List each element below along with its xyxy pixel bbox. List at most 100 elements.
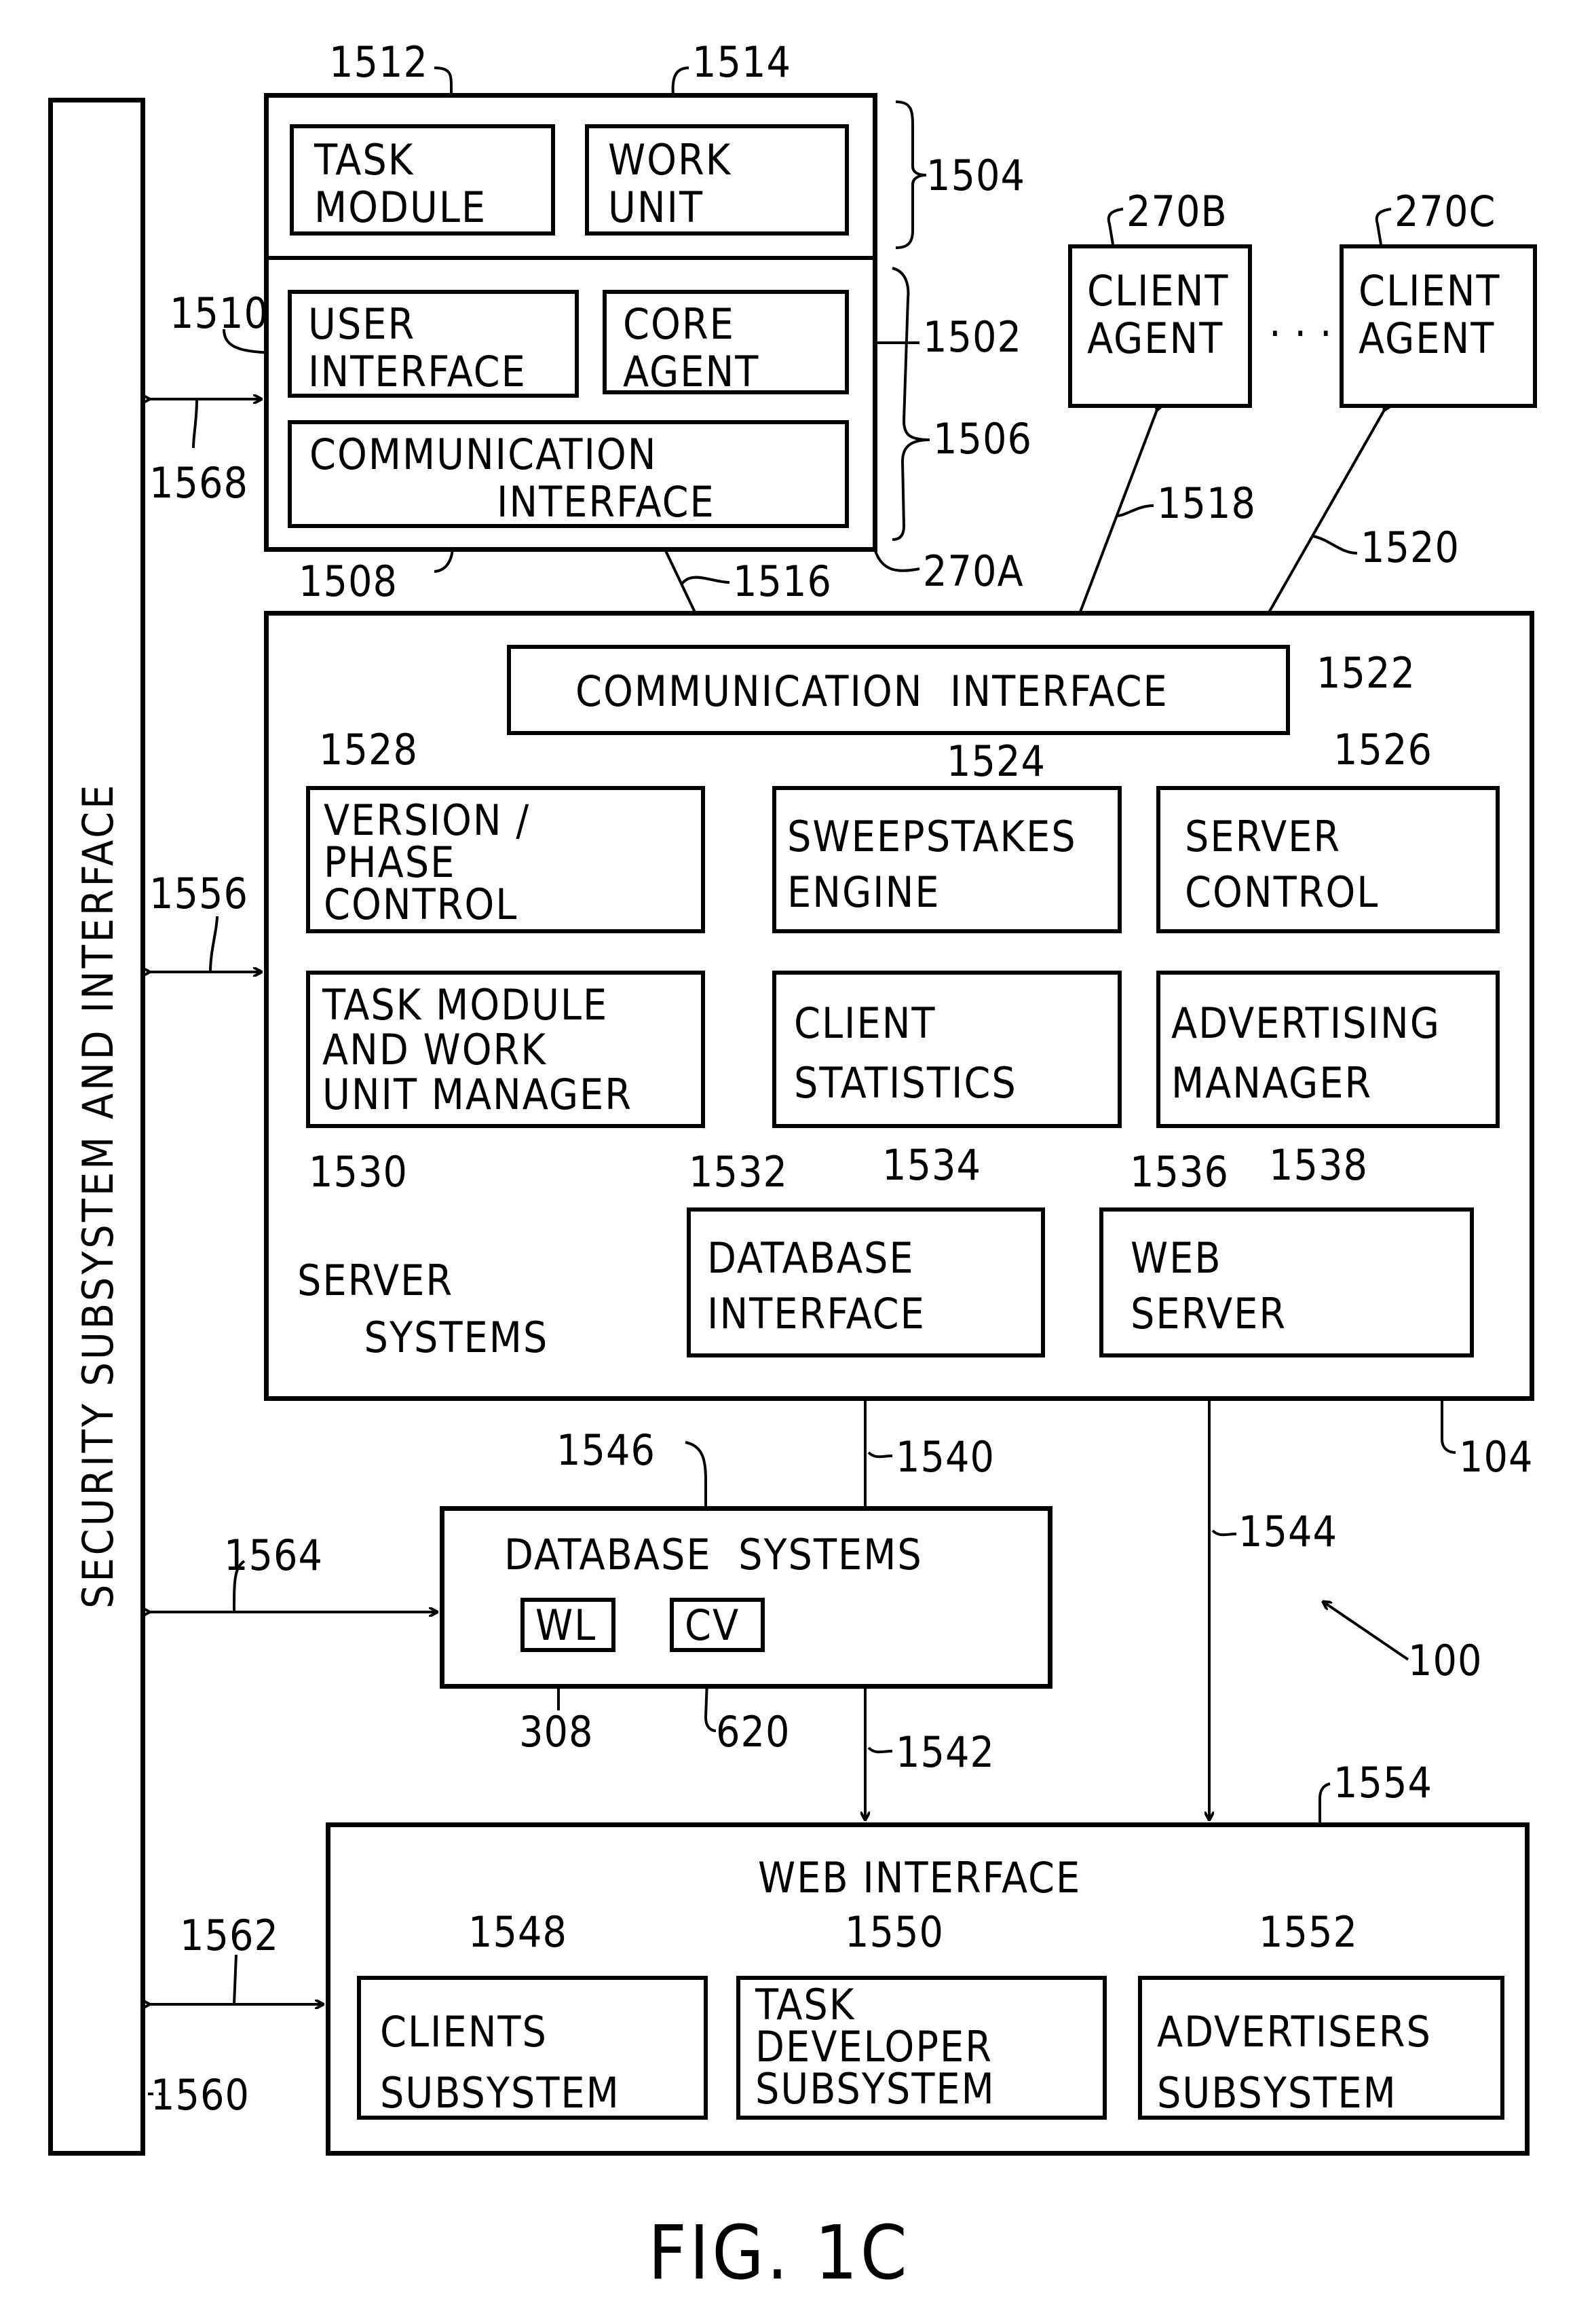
ref-1534: 1534 (882, 1140, 981, 1190)
ref-104: 104 (1459, 1432, 1534, 1482)
sweepstakes-engine-label: SWEEPSTAKES ENGINE (787, 812, 1077, 917)
ref-1530: 1530 (309, 1147, 408, 1197)
leader-104 (1441, 1401, 1456, 1454)
ref-1564: 1564 (224, 1531, 323, 1580)
leader-270C (1375, 208, 1392, 245)
ref-1506: 1506 (933, 414, 1032, 464)
ref-1510: 1510 (170, 288, 269, 338)
leader-1518 (1116, 504, 1154, 517)
ref-1542: 1542 (896, 1727, 995, 1777)
leader-1554 (1318, 1782, 1331, 1822)
server-control-box[interactable]: SERVER CONTROL (1156, 786, 1500, 933)
ellipsis: · · · (1269, 309, 1333, 358)
server-systems-label: SERVER SYSTEMS (297, 1256, 549, 1362)
client-statistics-box[interactable]: CLIENT STATISTICS (772, 971, 1122, 1128)
ref-1538: 1538 (1269, 1140, 1368, 1190)
work-unit-label: WORK UNIT (608, 135, 732, 232)
ref-1518: 1518 (1157, 479, 1256, 528)
web-server-box[interactable]: WEB SERVER (1099, 1207, 1474, 1357)
version-phase-control-box[interactable]: VERSION / PHASE CONTROL (306, 786, 705, 933)
task-module-label: TASK MODULE (314, 135, 487, 232)
agent-communication-interface-box[interactable]: COMMUNICATION INTERFACE (288, 420, 849, 528)
core-agent-label: CORE AGENT (623, 299, 760, 396)
web-server-label: WEB SERVER (1131, 1233, 1287, 1338)
leader-1546 (685, 1441, 707, 1506)
client-agent-270b-label: CLIENT AGENT (1087, 266, 1230, 363)
ref-1554: 1554 (1333, 1758, 1432, 1807)
db-item-wl[interactable]: WL (520, 1598, 615, 1652)
ref-1550: 1550 (845, 1907, 944, 1957)
figure-caption: FIG. 1C (648, 2209, 910, 2296)
clients-subsystem-box[interactable]: CLIENTS SUBSYSTEM (357, 1976, 708, 2120)
ref-1504: 1504 (926, 151, 1025, 200)
leader-270B (1107, 208, 1124, 245)
client-agent-270b[interactable]: CLIENT AGENT (1068, 244, 1252, 408)
client-agent-270c[interactable]: CLIENT AGENT (1340, 244, 1537, 408)
task-module-work-unit-manager-box[interactable]: TASK MODULE AND WORK UNIT MANAGER (306, 971, 705, 1128)
system-100-arrow (1323, 1602, 1409, 1661)
ref-1568: 1568 (149, 458, 248, 508)
clients-subsystem-label: CLIENTS SUBSYSTEM (380, 2007, 620, 2118)
database-systems-box[interactable]: DATABASE SYSTEMS WL CV (440, 1506, 1052, 1689)
leader-1540 (867, 1451, 893, 1459)
advertisers-subsystem-label: ADVERTISERS SUBSYSTEM (1157, 2007, 1432, 2118)
client-statistics-label: CLIENT STATISTICS (794, 998, 1017, 1108)
server-communication-interface-box[interactable]: COMMUNICATION INTERFACE (507, 645, 1290, 735)
brace-1504 (895, 100, 927, 249)
ref-270b: 270B (1126, 187, 1228, 236)
leader-270A (874, 550, 920, 572)
leader-1556 (209, 916, 219, 973)
sweepstakes-engine-box[interactable]: SWEEPSTAKES ENGINE (772, 786, 1122, 933)
version-phase-control-label: VERSION / PHASE CONTROL (324, 795, 531, 929)
ref-1546: 1546 (556, 1425, 656, 1475)
leader-1562 (233, 1954, 238, 2005)
ref-1516: 1516 (733, 557, 832, 606)
ref-308: 308 (519, 1707, 594, 1757)
server-communication-interface-label: COMMUNICATION INTERFACE (575, 667, 1169, 716)
db-item-cv[interactable]: CV (670, 1598, 765, 1652)
ref-1512: 1512 (329, 37, 428, 87)
advertising-manager-label: ADVERTISING MANAGER (1171, 998, 1441, 1108)
brace-1506 (892, 267, 930, 541)
task-developer-subsystem-label: TASK DEVELOPER SUBSYSTEM (755, 1980, 995, 2114)
leader-1544 (1211, 1529, 1237, 1537)
leader-1542 (867, 1746, 893, 1754)
leader-1516 (681, 576, 730, 585)
ref-1560: 1560 (151, 2070, 250, 2120)
advertisers-subsystem-box[interactable]: ADVERTISERS SUBSYSTEM (1138, 1976, 1504, 2120)
agent-divider (264, 256, 877, 260)
ref-1552: 1552 (1259, 1907, 1358, 1957)
ref-1514: 1514 (692, 37, 791, 87)
core-agent-box[interactable]: CORE AGENT (603, 290, 849, 396)
task-module-box[interactable]: TASK MODULE (290, 124, 555, 236)
task-module-work-unit-manager-label: TASK MODULE AND WORK UNIT MANAGER (322, 980, 633, 1119)
ref-270a: 270A (923, 546, 1024, 596)
user-interface-box[interactable]: USER INTERFACE (288, 290, 579, 398)
db-item-cv-label: CV (685, 1600, 740, 1650)
advertising-manager-box[interactable]: ADVERTISING MANAGER (1156, 971, 1500, 1128)
work-unit-box[interactable]: WORK UNIT (585, 124, 849, 236)
ref-1540: 1540 (896, 1432, 995, 1482)
ref-100: 100 (1408, 1636, 1483, 1685)
database-interface-box[interactable]: DATABASE INTERFACE (687, 1207, 1045, 1357)
ref-1526: 1526 (1333, 725, 1432, 774)
database-interface-label: DATABASE INTERFACE (707, 1233, 926, 1338)
db-item-wl-label: WL (535, 1600, 597, 1650)
agent-communication-interface-label: COMMUNICATION INTERFACE (309, 430, 715, 527)
ref-1522: 1522 (1316, 648, 1416, 698)
ref-270c: 270C (1394, 187, 1496, 236)
security-subsystem-label: SECURITY SUBSYSTEM AND INTERFACE (73, 782, 123, 1609)
ref-1532: 1532 (689, 1147, 788, 1197)
server-control-label: SERVER CONTROL (1185, 812, 1380, 917)
user-interface-label: USER INTERFACE (308, 299, 527, 396)
web-interface-label: WEB INTERFACE (758, 1853, 1082, 1903)
ref-1524: 1524 (947, 736, 1046, 786)
client-agent-270c-label: CLIENT AGENT (1359, 266, 1501, 363)
ref-1520: 1520 (1361, 523, 1460, 572)
leader-1568 (192, 398, 198, 449)
task-developer-subsystem-box[interactable]: TASK DEVELOPER SUBSYSTEM (736, 1976, 1107, 2120)
ref-620: 620 (716, 1707, 791, 1757)
ref-1548: 1548 (468, 1907, 567, 1957)
leader-1520 (1312, 535, 1358, 555)
ref-1544: 1544 (1238, 1507, 1337, 1556)
